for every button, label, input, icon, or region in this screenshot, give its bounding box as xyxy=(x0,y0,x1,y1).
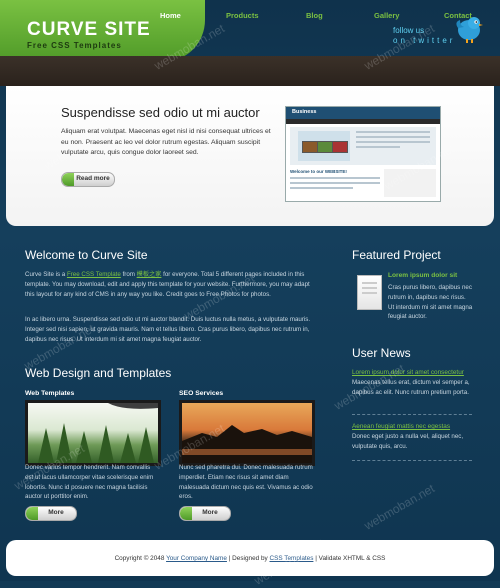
preview-header: Business xyxy=(286,107,440,119)
welcome-text: Curve Site is a xyxy=(25,271,67,278)
sunset-silhouette xyxy=(182,425,312,463)
user-news-title: User News xyxy=(352,346,411,360)
nav-contact[interactable]: Contact xyxy=(444,11,472,20)
copyright-text: Copyright © 2048 xyxy=(114,555,165,562)
preview-side-text xyxy=(356,131,430,159)
nav-gallery[interactable]: Gallery xyxy=(374,11,399,20)
follow-line-1: follow us xyxy=(393,26,425,35)
news-item-1-text: Maecenas tellus erat, dictum vel semper … xyxy=(352,379,470,396)
web-templates-text: Donec varius tempor hendrerit. Nam conva… xyxy=(25,464,154,501)
free-css-template-link[interactable]: Free CSS Template xyxy=(67,271,121,278)
more-label: More xyxy=(202,509,218,516)
preview-body: Welcome to our WEBSITE! xyxy=(290,169,380,197)
site-logo-subtitle: Free CSS Templates xyxy=(27,41,122,50)
welcome-text: from xyxy=(120,271,137,278)
validate-link[interactable]: Validate XHTML & CSS xyxy=(319,555,386,562)
forest-photo xyxy=(25,400,161,466)
news-item-2-text: Donec eget justo a nulla vel, aliquet ne… xyxy=(352,433,464,450)
read-more-button[interactable]: Read more xyxy=(61,172,115,187)
welcome-paragraph-1: Curve Site is a Free CSS Template from 模… xyxy=(25,270,315,299)
web-templates-more-button[interactable]: More xyxy=(25,506,77,521)
featured-text: Cras purus libero, dapibus nec rutrum in… xyxy=(388,284,473,321)
company-name-link[interactable]: Your Company Name xyxy=(166,555,227,562)
seo-services-text: Nunc sed pharetra dui. Donec malesuada r… xyxy=(179,464,313,501)
featured-project-link[interactable]: Lorem ipsum dolor sit xyxy=(388,272,457,279)
sunset-photo xyxy=(179,400,315,466)
nav-blog[interactable]: Blog xyxy=(306,11,323,20)
seo-services-heading: SEO Services xyxy=(179,390,224,397)
preview-slider xyxy=(298,131,350,161)
nav-home[interactable]: Home xyxy=(160,11,181,20)
footer-separator: | xyxy=(228,555,231,562)
preview-thumb xyxy=(332,141,348,153)
main-navigation xyxy=(0,56,500,86)
welcome-title: Welcome to Curve Site xyxy=(25,248,148,262)
seo-services-more-button[interactable]: More xyxy=(179,506,231,521)
web-templates-heading: Web Templates xyxy=(25,390,75,397)
preview-nav xyxy=(286,119,440,124)
follow-us-link[interactable]: follow us on twitter xyxy=(393,26,455,46)
nav-products[interactable]: Products xyxy=(226,11,259,20)
featured-document-icon xyxy=(357,275,382,310)
button-cap xyxy=(62,173,74,186)
preview-thumb xyxy=(302,141,318,153)
footer-separator: | xyxy=(315,555,317,562)
news-divider xyxy=(352,460,472,461)
news-item-1-link[interactable]: Lorem ipsum dolor sit amet consectetur xyxy=(352,369,464,376)
more-label: More xyxy=(48,509,64,516)
preview-sidebar xyxy=(384,169,436,197)
preview-thumb xyxy=(317,141,333,153)
design-title: Web Design and Templates xyxy=(25,366,172,380)
css-templates-link[interactable]: CSS Templates xyxy=(269,555,313,562)
preview-welcome: Welcome to our WEBSITE! xyxy=(290,169,347,174)
forest-trees xyxy=(38,403,158,463)
hero-title: Suspendisse sed odio ut mi auctor xyxy=(61,105,260,120)
news-divider xyxy=(352,414,472,415)
preview-title: Business xyxy=(292,109,317,115)
designed-by-text: Designed by xyxy=(232,555,268,562)
follow-line-2: on twitter xyxy=(393,36,456,45)
button-cap xyxy=(180,507,192,520)
template-preview-image: Business Welcome to our WEBSITE! xyxy=(285,106,441,202)
read-more-label: Read more xyxy=(76,175,110,182)
featured-title: Featured Project xyxy=(352,248,441,262)
welcome-paragraph-2: In ac libero urna. Suspendisse sed odio … xyxy=(25,316,311,343)
news-item-2-link[interactable]: Aenean feugiat mattis nec egestas xyxy=(352,423,450,430)
footer-text: Copyright © 2048 Your Company Name | Des… xyxy=(0,555,500,562)
hero-text: Aliquam erat volutpat. Maecenas eget nis… xyxy=(61,128,271,156)
site-logo-title[interactable]: CURVE SITE xyxy=(27,19,151,41)
button-cap xyxy=(26,507,38,520)
source-link[interactable]: 模板之家 xyxy=(137,271,162,278)
